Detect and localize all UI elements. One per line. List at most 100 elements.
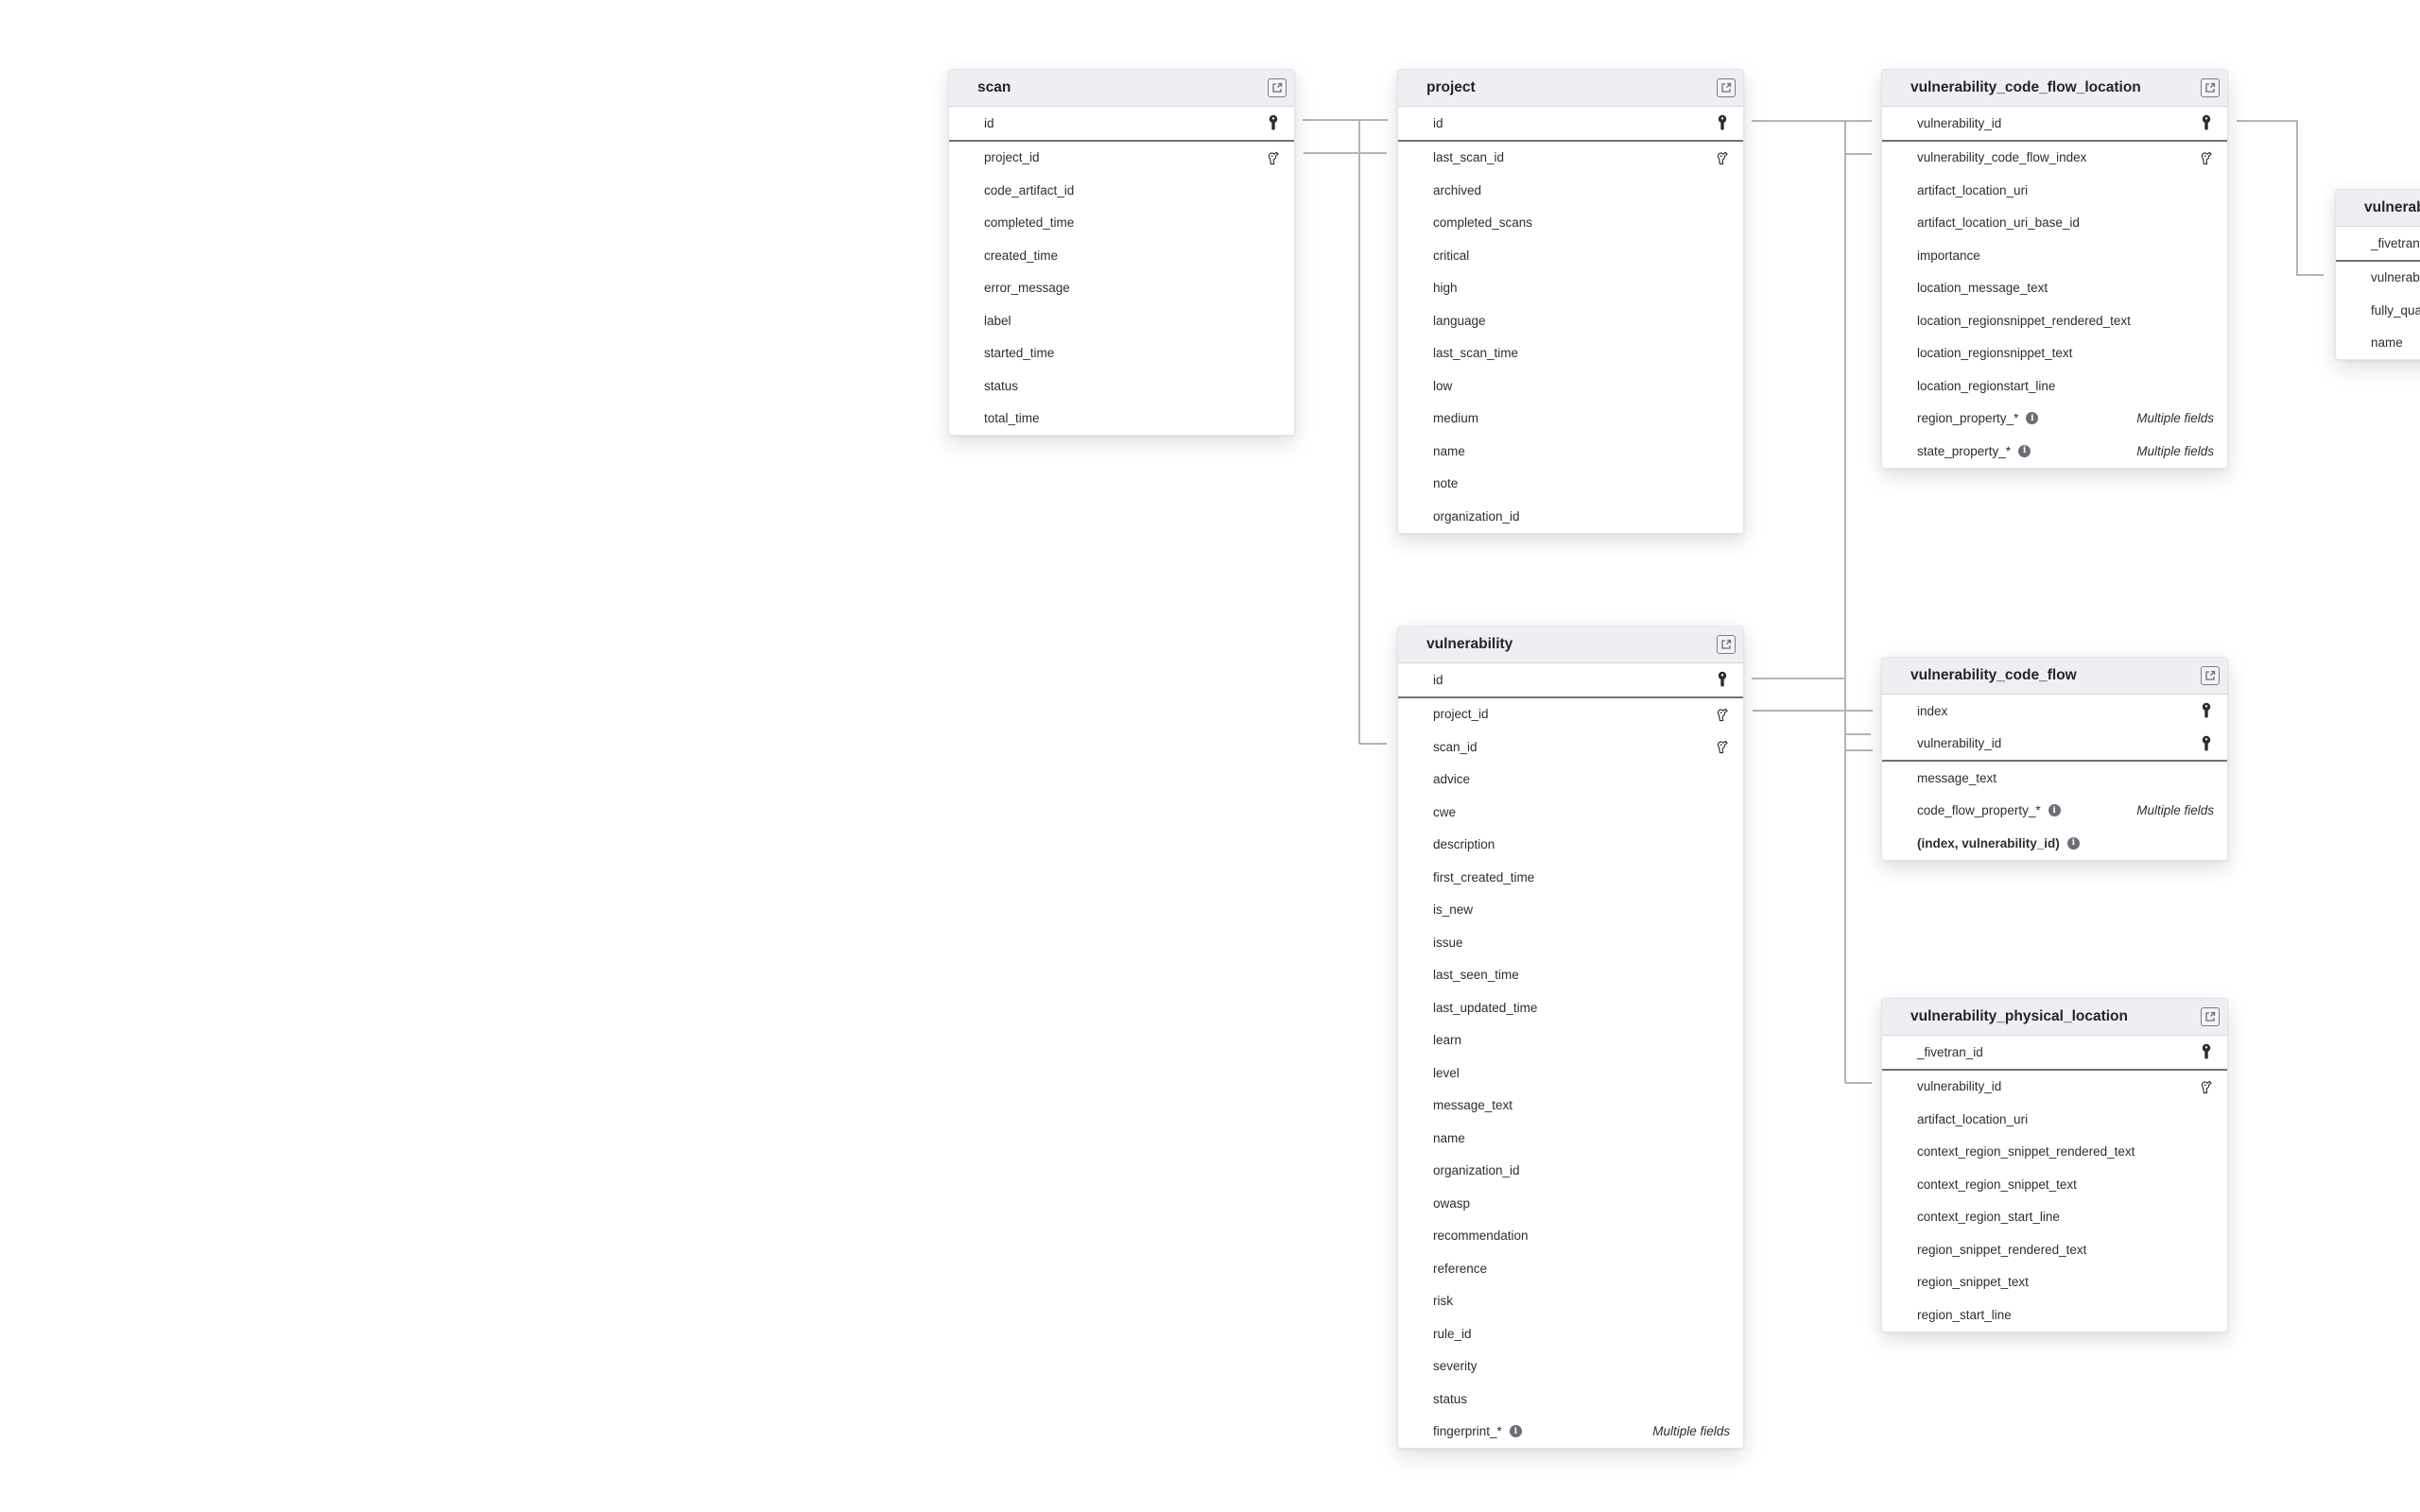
open-table-icon[interactable] xyxy=(1268,78,1287,97)
column-row[interactable]: importance xyxy=(1882,239,2227,272)
column-row[interactable]: archived xyxy=(1398,174,1743,207)
column-row[interactable]: name xyxy=(2336,327,2420,360)
column-row[interactable]: message_text xyxy=(1398,1090,1743,1123)
column-row[interactable]: advice xyxy=(1398,764,1743,797)
column-row[interactable]: name xyxy=(1398,435,1743,468)
column-row[interactable]: region_snippet_text xyxy=(1882,1266,2227,1299)
column-row[interactable]: total_time xyxy=(949,403,1294,436)
column-row[interactable]: context_region_start_line xyxy=(1882,1201,2227,1234)
column-row[interactable]: high xyxy=(1398,272,1743,305)
table-vulnerability[interactable]: vulnerability id project_id scan_id advice cw… xyxy=(1397,626,1744,1449)
table-vulnerability-code-flow-location[interactable]: vulnerability_code_flow_location vulnerab… xyxy=(1881,69,2228,469)
table-header[interactable]: vulnerab xyxy=(2336,190,2420,227)
table-vulnerability-physical-location[interactable]: vulnerability_physical_location _fivetran… xyxy=(1881,998,2228,1332)
column-row[interactable]: language xyxy=(1398,304,1743,337)
column-row[interactable]: organization_id xyxy=(1398,500,1743,533)
column-row[interactable]: scan_id xyxy=(1398,730,1743,764)
table-header[interactable]: vulnerability_code_flow xyxy=(1882,658,2227,695)
table-scan[interactable]: scan id project_id code_artifact_id complete… xyxy=(948,69,1295,436)
column-row[interactable]: artifact_location_uri_base_id xyxy=(1882,207,2227,240)
column-row[interactable]: region_start_line xyxy=(1882,1298,2227,1332)
column-row[interactable]: project_id xyxy=(949,142,1294,175)
column-row[interactable]: status xyxy=(949,369,1294,403)
column-row[interactable]: error_message xyxy=(949,272,1294,305)
column-row[interactable]: _fivetran xyxy=(2336,227,2420,262)
table-project[interactable]: project id last_scan_id archived completed_s… xyxy=(1397,69,1744,534)
open-table-icon[interactable] xyxy=(2201,78,2220,97)
column-row[interactable]: location_regionsnippet_rendered_text xyxy=(1882,304,2227,337)
column-row[interactable]: vulnerability_id xyxy=(1882,107,2227,142)
column-row[interactable]: learn xyxy=(1398,1024,1743,1057)
column-row[interactable]: artifact_location_uri xyxy=(1882,174,2227,207)
column-row[interactable]: recommendation xyxy=(1398,1220,1743,1253)
column-row[interactable]: medium xyxy=(1398,403,1743,436)
column-row[interactable]: vulnerability_id xyxy=(1882,1071,2227,1104)
table-header[interactable]: project xyxy=(1398,70,1743,107)
column-row[interactable]: _fivetran_id xyxy=(1882,1036,2227,1071)
column-row[interactable]: last_updated_time xyxy=(1398,991,1743,1024)
column-row[interactable]: last_scan_time xyxy=(1398,337,1743,370)
info-icon[interactable]: i xyxy=(2066,836,2080,850)
column-row[interactable]: organization_id xyxy=(1398,1155,1743,1188)
open-table-icon[interactable] xyxy=(2201,666,2220,685)
column-row[interactable]: last_scan_id xyxy=(1398,142,1743,175)
info-icon[interactable]: i xyxy=(1509,1425,1522,1438)
column-row[interactable]: vulnerability_code_flow_index xyxy=(1882,142,2227,175)
column-row[interactable]: label xyxy=(949,304,1294,337)
column-row[interactable]: location_regionstart_line xyxy=(1882,369,2227,403)
column-row[interactable]: vulnerab xyxy=(2336,262,2420,295)
column-row[interactable]: context_region_snippet_text xyxy=(1882,1168,2227,1201)
column-row[interactable]: index xyxy=(1882,695,2227,728)
column-row[interactable]: started_time xyxy=(949,337,1294,370)
column-row[interactable]: context_region_snippet_rendered_text xyxy=(1882,1136,2227,1169)
column-row[interactable]: issue xyxy=(1398,926,1743,959)
column-row[interactable]: status xyxy=(1398,1383,1743,1416)
column-row[interactable]: completed_scans xyxy=(1398,207,1743,240)
column-row[interactable]: message_text xyxy=(1882,762,2227,795)
column-row[interactable]: id xyxy=(949,107,1294,142)
column-row[interactable]: location_message_text xyxy=(1882,272,2227,305)
column-row[interactable]: (index, vulnerability_id) i xyxy=(1882,827,2227,860)
info-icon[interactable]: i xyxy=(2018,444,2031,457)
table-vulnerability-code-flow[interactable]: vulnerability_code_flow index vulnerabilit… xyxy=(1881,657,2228,861)
column-row[interactable]: owasp xyxy=(1398,1187,1743,1220)
column-row[interactable]: region_property_* i Multiple fields xyxy=(1882,403,2227,436)
open-table-icon[interactable] xyxy=(2201,1007,2220,1026)
column-row[interactable]: description xyxy=(1398,829,1743,862)
column-row[interactable]: risk xyxy=(1398,1285,1743,1318)
column-row[interactable]: reference xyxy=(1398,1252,1743,1285)
column-row[interactable]: artifact_location_uri xyxy=(1882,1103,2227,1136)
column-row[interactable]: name xyxy=(1398,1122,1743,1155)
table-vulnerability-partial[interactable]: vulnerab _fivetran vulnerab fully_qua name xyxy=(2335,189,2420,360)
info-icon[interactable]: i xyxy=(2048,804,2061,817)
column-row[interactable]: region_snippet_rendered_text xyxy=(1882,1233,2227,1266)
table-header[interactable]: scan xyxy=(949,70,1294,107)
table-header[interactable]: vulnerability_physical_location xyxy=(1882,999,2227,1036)
table-header[interactable]: vulnerability xyxy=(1398,627,1743,663)
column-row[interactable]: code_artifact_id xyxy=(949,174,1294,207)
info-icon[interactable]: i xyxy=(2026,412,2039,425)
column-row[interactable]: critical xyxy=(1398,239,1743,272)
open-table-icon[interactable] xyxy=(1717,78,1736,97)
column-row[interactable]: id xyxy=(1398,663,1743,698)
column-row[interactable]: fully_qua xyxy=(2336,294,2420,327)
column-row[interactable]: vulnerability_id xyxy=(1882,728,2227,762)
column-row[interactable]: note xyxy=(1398,468,1743,501)
column-row[interactable]: cwe xyxy=(1398,796,1743,829)
column-row[interactable]: id xyxy=(1398,107,1743,142)
column-row[interactable]: project_id xyxy=(1398,698,1743,731)
open-table-icon[interactable] xyxy=(1717,635,1736,654)
column-row[interactable]: last_seen_time xyxy=(1398,959,1743,992)
column-row[interactable]: severity xyxy=(1398,1350,1743,1383)
column-row[interactable]: rule_id xyxy=(1398,1317,1743,1350)
column-row[interactable]: level xyxy=(1398,1057,1743,1090)
column-row[interactable]: fingerprint_* i Multiple fields xyxy=(1398,1416,1743,1449)
table-header[interactable]: vulnerability_code_flow_location xyxy=(1882,70,2227,107)
column-row[interactable]: code_flow_property_* i Multiple fields xyxy=(1882,795,2227,828)
column-row[interactable]: completed_time xyxy=(949,207,1294,240)
column-row[interactable]: state_property_* i Multiple fields xyxy=(1882,435,2227,468)
column-row[interactable]: is_new xyxy=(1398,894,1743,927)
column-row[interactable]: low xyxy=(1398,369,1743,403)
column-row[interactable]: location_regionsnippet_text xyxy=(1882,337,2227,370)
column-row[interactable]: created_time xyxy=(949,239,1294,272)
